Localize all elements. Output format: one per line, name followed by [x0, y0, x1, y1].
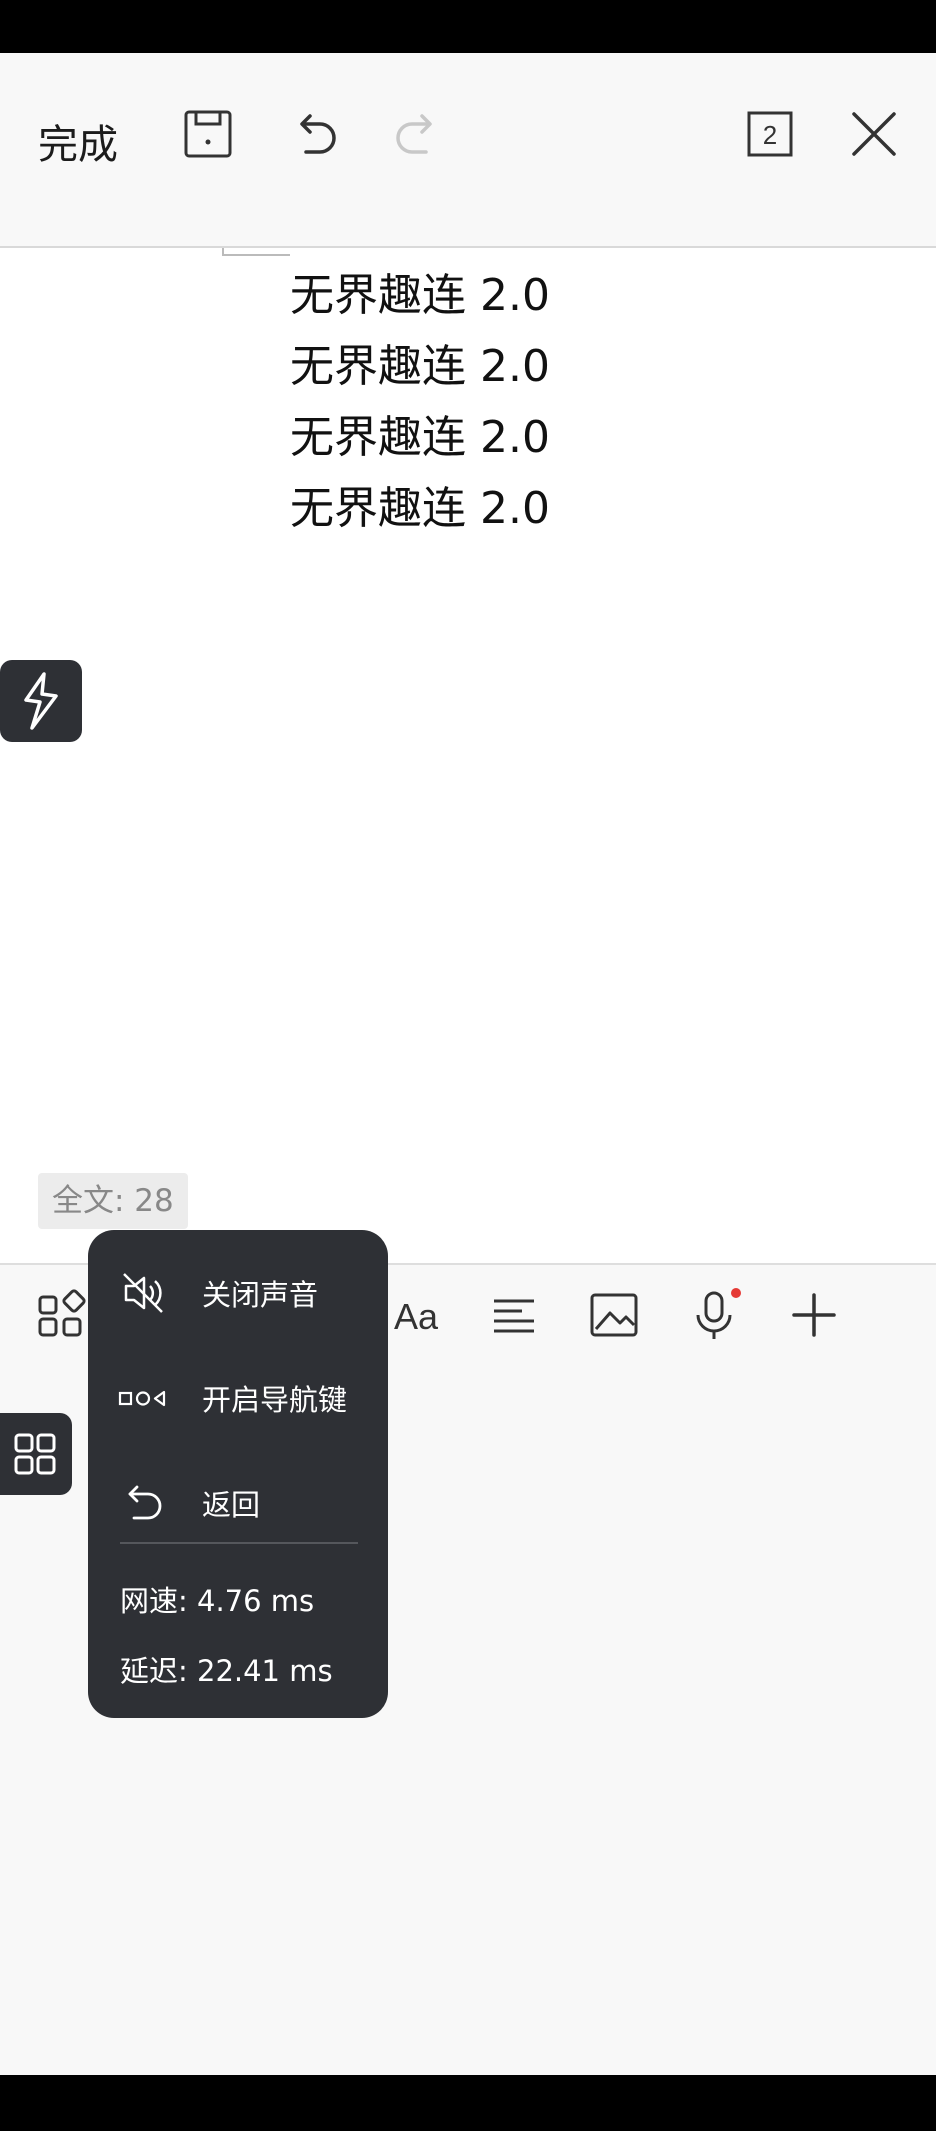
redo-icon[interactable] [388, 104, 448, 164]
font-icon[interactable]: Aa [386, 1285, 446, 1345]
cursor-marker [222, 248, 290, 256]
word-count-badge: 全文: 28 [38, 1173, 188, 1229]
apps-icon[interactable] [32, 1285, 92, 1345]
back-item[interactable]: 返回 [88, 1462, 388, 1542]
mute-sound-item[interactable]: 关闭声音 [88, 1252, 388, 1332]
status-bar [0, 0, 936, 53]
menu-item-label: 开启导航键 [202, 1383, 348, 1417]
page-count-button[interactable]: 2 [740, 104, 800, 164]
svg-text:Aa: Aa [394, 1296, 439, 1337]
nav-keys-icon [118, 1373, 168, 1423]
lightning-icon [24, 672, 58, 730]
enable-nav-keys-item[interactable]: 开启导航键 [88, 1357, 388, 1437]
menu-item-label: 关闭声音 [202, 1278, 319, 1312]
document-text[interactable]: 无界趣连 2.0 无界趣连 2.0 无界趣连 2.0 无界趣连 2.0 [290, 260, 550, 544]
text-line[interactable]: 无界趣连 2.0 [290, 331, 550, 402]
floating-assistant-button[interactable] [0, 660, 82, 742]
close-icon[interactable] [844, 104, 904, 164]
page-count: 2 [763, 120, 777, 150]
popup-menu: 关闭声音 开启导航键 返回 网速: 4.76 ms 延迟: 22.41 ms [88, 1230, 388, 1718]
document-area[interactable]: 无界趣连 2.0 无界趣连 2.0 无界趣连 2.0 无界趣连 2.0 [0, 248, 936, 1263]
navigation-bar [0, 2075, 936, 2131]
text-line[interactable]: 无界趣连 2.0 [290, 473, 550, 544]
save-icon[interactable] [178, 104, 238, 164]
undo-icon[interactable] [284, 104, 344, 164]
menu-item-label: 返回 [202, 1488, 261, 1522]
align-icon[interactable] [484, 1285, 544, 1345]
text-line[interactable]: 无界趣连 2.0 [290, 260, 550, 331]
mic-badge [731, 1288, 741, 1298]
done-button[interactable]: 完成 [38, 112, 118, 170]
side-grid-button[interactable] [0, 1413, 72, 1495]
latency: 延迟: 22.41 ms [120, 1654, 333, 1688]
image-icon[interactable] [584, 1285, 644, 1345]
text-line[interactable]: 无界趣连 2.0 [290, 402, 550, 473]
network-speed: 网速: 4.76 ms [120, 1584, 315, 1618]
plus-icon[interactable] [784, 1285, 844, 1345]
mute-icon [118, 1268, 168, 1318]
divider [120, 1542, 358, 1544]
back-icon [118, 1478, 168, 1528]
microphone-icon[interactable] [684, 1285, 744, 1345]
grid-icon [14, 1433, 56, 1475]
